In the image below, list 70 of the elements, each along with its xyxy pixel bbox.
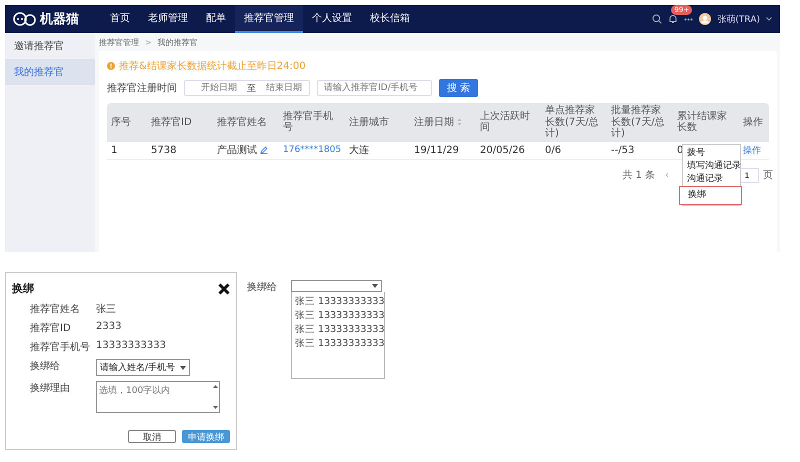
column-header: 序号 xyxy=(111,116,131,128)
nav-tab[interactable]: 校长信箱 xyxy=(361,5,419,33)
column-header: 推荐官手机号 xyxy=(283,110,334,134)
cancel-button[interactable]: 取消 xyxy=(128,430,176,443)
column-header: 注册日期 xyxy=(414,116,454,128)
field-label: 推荐官ID xyxy=(30,322,72,335)
sidebar-item[interactable]: 我的推荐官 xyxy=(5,59,95,85)
column-header: 单点推荐家长数(7天/总计) xyxy=(545,105,600,140)
action-link[interactable]: 操作 xyxy=(743,144,761,156)
menu-item[interactable]: 拨号 xyxy=(683,146,740,160)
table-cell: 1 xyxy=(111,144,118,156)
field-label: 换绑给 xyxy=(30,360,61,373)
column-header: 注册城市 xyxy=(349,116,389,128)
logo-text: 机器猫 xyxy=(40,11,79,28)
nav-tab[interactable]: 个人设置 xyxy=(303,5,361,33)
search-icon[interactable] xyxy=(652,14,662,24)
column-header: 推荐官ID xyxy=(151,116,192,128)
table-cell-text: 产品测试 xyxy=(217,144,257,157)
scroll-arrow-icon xyxy=(213,385,218,388)
breadcrumb-link[interactable]: 推荐官管理 xyxy=(99,36,139,48)
pencil-icon[interactable] xyxy=(260,146,268,154)
column-header: 批量推荐家长数(7天/总计) xyxy=(611,105,666,140)
avatar-icon[interactable] xyxy=(699,13,712,25)
scroll-arrow-icon xyxy=(213,406,218,409)
phone-link[interactable]: 176****1805 xyxy=(283,145,342,155)
caret-icon[interactable] xyxy=(766,17,772,21)
breadcrumb-current: 我的推荐官 xyxy=(158,36,198,48)
more-icon[interactable] xyxy=(684,18,694,20)
column-header: 上次活跃时间 xyxy=(480,110,531,134)
logo-icon xyxy=(13,12,37,26)
table-cell: --/53 xyxy=(611,144,634,156)
select-field[interactable] xyxy=(291,280,382,292)
table-cell-text: 大连 xyxy=(349,144,369,157)
dropdown-arrow-icon xyxy=(180,366,186,370)
nav-tab[interactable]: 配单 xyxy=(197,5,235,33)
bell-icon[interactable] xyxy=(668,14,678,24)
column-header: 推荐官姓名 xyxy=(217,116,267,128)
nav-tab[interactable]: 首页 xyxy=(101,5,139,33)
menu-item[interactable]: 换绑 xyxy=(679,186,742,204)
filter-label: 推荐官注册时间 xyxy=(107,82,177,95)
table-cell: 5738 xyxy=(151,144,176,156)
select-field[interactable]: 请输入姓名/手机号 xyxy=(96,359,190,376)
dialog-title: 换绑 xyxy=(12,281,34,296)
nav-tab[interactable]: 老师管理 xyxy=(139,5,197,33)
field-value: 13333333333 xyxy=(96,340,166,351)
field-label: 换绑给 xyxy=(247,280,278,295)
field-value: 张三 xyxy=(96,302,116,316)
field-label: 推荐官手机号 xyxy=(30,340,91,354)
nav-tab[interactable]: 推荐官管理 xyxy=(235,5,303,33)
search-field[interactable]: 请输入推荐官ID/手机号 xyxy=(317,80,432,96)
column-header: 累计结课家长数 xyxy=(677,110,728,134)
reason-field[interactable]: 选填，100字以内 xyxy=(96,381,220,413)
table-cell: 0/6 xyxy=(545,144,562,156)
notice-text: 推荐&结课家长数据统计截止至昨日24:00 xyxy=(119,60,306,73)
field-label: 换绑理由 xyxy=(30,382,71,395)
page-suffix: 页 xyxy=(763,169,773,182)
user-name[interactable]: 张萌(TRA) xyxy=(717,12,760,26)
column-header: 操作 xyxy=(743,116,763,128)
field-value: 2333 xyxy=(96,321,122,332)
sidebar-item[interactable]: 邀请推荐官 xyxy=(5,33,95,59)
search-button[interactable]: 搜 索 xyxy=(439,79,478,97)
table-cell: 20/05/26 xyxy=(480,144,525,156)
info-icon xyxy=(107,62,115,70)
total-count: 共 1 条 xyxy=(622,168,655,182)
field-label: 推荐官姓名 xyxy=(30,302,81,316)
close-icon[interactable] xyxy=(218,282,230,294)
dropdown-arrow-icon xyxy=(372,284,378,288)
table-cell: 19/11/29 xyxy=(414,144,459,156)
breadcrumb-separator: > xyxy=(145,38,152,46)
start-date-input[interactable]: 开始日期 xyxy=(194,83,244,93)
